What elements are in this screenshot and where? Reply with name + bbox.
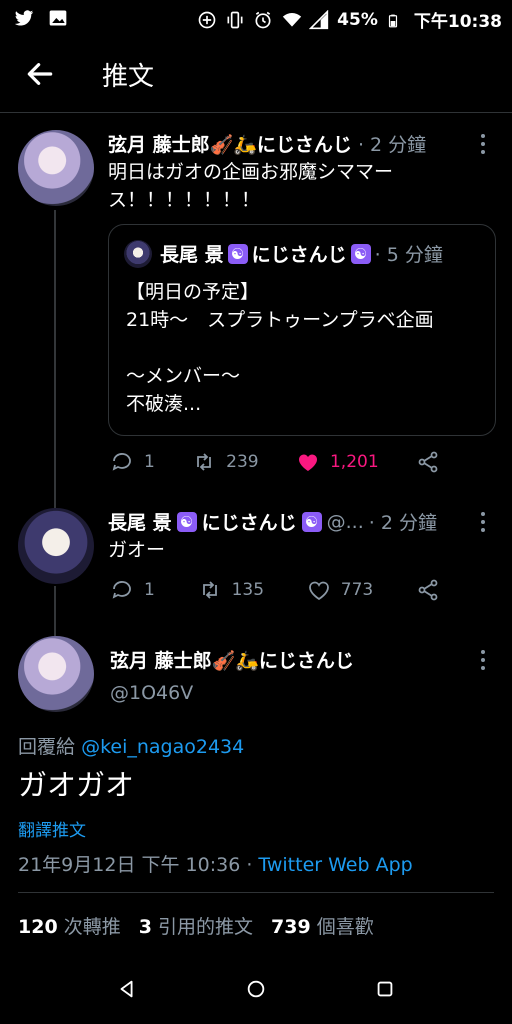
org-name: にじさんじ xyxy=(201,512,297,534)
battery-percent: 45% xyxy=(337,9,378,30)
tweet-header: 弦月 藤士郎🎻🛵にじさんじ · 2 分鐘 xyxy=(108,130,426,157)
quote-org-name: にじさんじ xyxy=(251,244,347,266)
app-header xyxy=(0,40,512,113)
gallery-icon xyxy=(48,8,68,28)
nav-recents-icon[interactable] xyxy=(374,978,396,1000)
timestamp[interactable]: · 2 分鐘 xyxy=(369,508,437,535)
share-button[interactable] xyxy=(416,450,440,474)
tweet-header: 長尾 景 ☯ にじさんじ ☯ @... · 2 分鐘 xyxy=(108,508,437,535)
data-saver-icon xyxy=(197,10,217,30)
nav-home-icon[interactable] xyxy=(245,978,267,1000)
quote-avatar xyxy=(124,240,152,268)
avatar[interactable] xyxy=(18,508,94,584)
retweet-button[interactable]: 135 xyxy=(198,578,264,602)
more-options-icon[interactable] xyxy=(480,512,486,536)
display-name[interactable]: 弦月 藤士郎🎻🛵にじさんじ xyxy=(110,646,354,673)
source-link[interactable]: Twitter Web App xyxy=(258,854,412,876)
quote-text: 【明日の予定】 21時〜 スプラトゥーンプラベ企画 〜メンバー〜 不破湊... xyxy=(126,281,434,415)
reply-icon xyxy=(112,581,131,599)
reply-button[interactable]: 1 xyxy=(110,450,155,474)
share-icon xyxy=(418,451,438,473)
like-stat[interactable]: 739 個喜歡 xyxy=(271,912,374,939)
wifi-icon xyxy=(281,10,302,30)
reply-context: 回覆給 @kei_nagao2434 xyxy=(18,736,245,758)
quote-stat[interactable]: 3 引用的推文 xyxy=(139,912,253,939)
yin-yang-emoji-icon: ☯ xyxy=(301,511,322,532)
heart-filled-icon xyxy=(298,454,317,471)
heart-outline-icon xyxy=(308,581,329,601)
reply-to-link[interactable]: @kei_nagao2434 xyxy=(81,736,244,758)
twitter-bird-icon xyxy=(14,8,34,28)
retweet-button[interactable]: 239 xyxy=(192,450,259,474)
vibrate-icon xyxy=(225,10,245,30)
system-nav-bar xyxy=(0,960,512,1024)
status-bar: 45% 下午10:38 xyxy=(0,0,512,36)
like-button[interactable]: 773 xyxy=(307,578,373,602)
timestamp[interactable]: · 2 分鐘 xyxy=(358,130,426,157)
signal-icon xyxy=(308,9,329,30)
retweet-icon xyxy=(202,581,217,599)
avatar[interactable] xyxy=(18,130,94,206)
tweet-stats: 120 次轉推 3 引用的推文 739 個喜歡 xyxy=(18,912,374,939)
tweet-actions: 1 239 1,201 xyxy=(110,450,440,474)
divider xyxy=(18,892,494,893)
quote-timestamp: · 5 分鐘 xyxy=(374,244,443,266)
like-button[interactable]: 1,201 xyxy=(296,450,379,474)
back-arrow-icon[interactable] xyxy=(24,58,56,90)
thread-connector xyxy=(54,586,56,636)
system-status: 45% 下午10:38 xyxy=(197,7,502,32)
handle[interactable]: @1O46V xyxy=(110,682,193,704)
display-name[interactable]: 弦月 藤士郎🎻🛵にじさんじ xyxy=(108,130,352,157)
thread-connector xyxy=(54,210,56,508)
nav-back-icon[interactable] xyxy=(116,978,138,1000)
translate-link[interactable]: 翻譯推文 xyxy=(18,816,86,841)
quote-display-name: 長尾 景 xyxy=(160,244,224,266)
alarm-icon xyxy=(253,10,273,30)
clock: 下午10:38 xyxy=(413,12,502,32)
battery-icon xyxy=(386,10,406,30)
more-options-icon[interactable] xyxy=(480,134,486,158)
share-icon xyxy=(418,579,438,601)
yin-yang-emoji-icon: ☯ xyxy=(350,243,371,264)
notification-icons xyxy=(14,8,68,28)
yin-yang-emoji-icon: ☯ xyxy=(176,511,197,532)
retweet-stat[interactable]: 120 次轉推 xyxy=(18,912,121,939)
tweet-text: ガオー xyxy=(108,539,166,561)
handle: @... xyxy=(326,510,364,533)
share-button[interactable] xyxy=(416,578,440,602)
tweet-actions: 1 135 773 xyxy=(110,578,440,602)
reply-icon xyxy=(112,453,131,471)
tweet-text: 明日はガオの企画お邪魔シママー ス！！！！！！！ xyxy=(108,161,394,211)
tweet-date: 21年9月12日 下午 10:36 · Twitter Web App xyxy=(18,854,413,876)
retweet-icon xyxy=(197,453,212,471)
avatar[interactable] xyxy=(18,636,94,712)
yin-yang-emoji-icon: ☯ xyxy=(227,243,248,264)
page-title: 推文 xyxy=(102,62,155,92)
display-name[interactable]: 長尾 景 xyxy=(108,508,172,535)
quote-header: 長尾 景 ☯ にじさんじ ☯ · 5 分鐘 xyxy=(160,240,443,267)
tweet-text: ガオガオ xyxy=(18,768,135,802)
reply-button[interactable]: 1 xyxy=(110,578,155,602)
more-options-icon[interactable] xyxy=(480,650,486,674)
